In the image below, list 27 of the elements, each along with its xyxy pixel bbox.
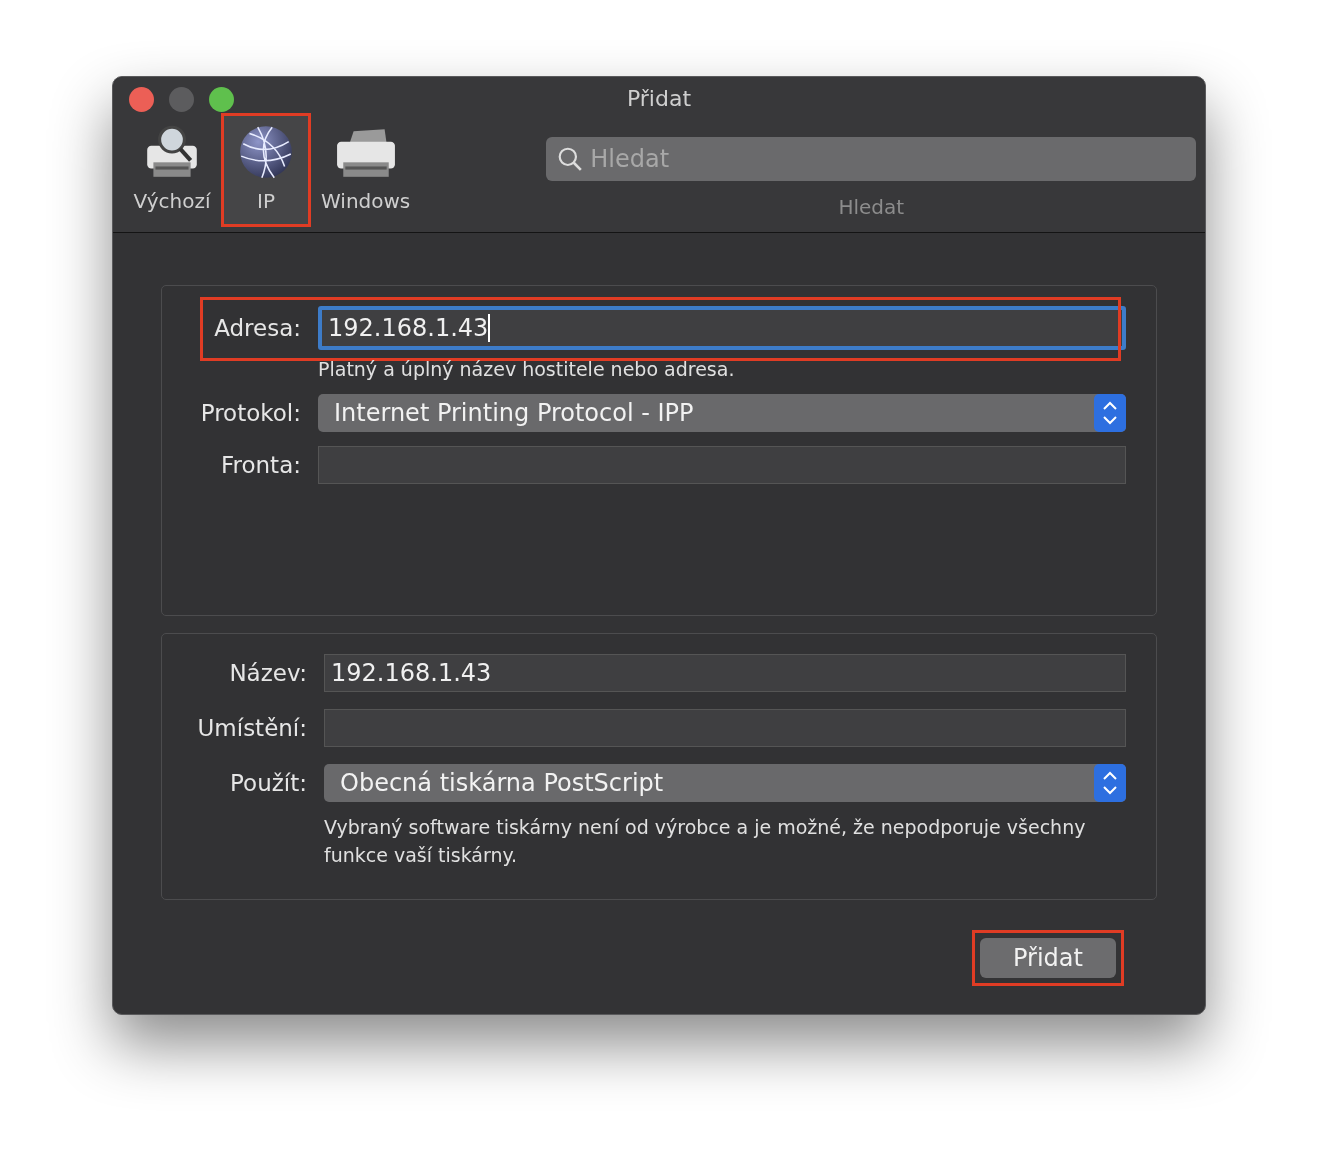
name-field[interactable]: 192.168.1.43 (324, 654, 1126, 692)
protocol-select[interactable]: Internet Printing Protocol - IPP (318, 394, 1126, 432)
field-label: Umístění: (196, 715, 307, 741)
field-label: Protokol: (199, 400, 301, 426)
field-label: Adresa: (213, 315, 301, 341)
minimize-button[interactable] (169, 87, 194, 112)
field-label: Fronta: (219, 452, 301, 478)
hint-text: Platný a úplný název hostitele nebo adresa. (318, 358, 736, 380)
toolbar-tab[interactable]: IP (221, 113, 311, 227)
toolbar-tab[interactable]: Windows (315, 113, 417, 227)
zoom-button[interactable] (209, 87, 234, 112)
address-field[interactable]: 192.168.1.43 (318, 306, 1126, 350)
field-label: Použít: (229, 770, 307, 796)
close-button[interactable] (129, 87, 154, 112)
field-label: Název: (228, 660, 307, 686)
search-caption: Hledat (838, 195, 905, 219)
driver-note: Vybraný software tiskárny není od výrobce a je možné, že nepodporuje všechny funkce vaší tiskárny. (324, 815, 1087, 868)
queue-field[interactable] (318, 446, 1126, 484)
add-button[interactable]: Přidat (980, 938, 1116, 978)
toolbar-tab[interactable]: Výchozí (127, 113, 217, 227)
chevron-updown-icon (1094, 394, 1126, 432)
chevron-updown-icon (1094, 764, 1126, 802)
location-field[interactable] (324, 709, 1126, 747)
driver-select[interactable]: Obecná tiskárna PostScript (324, 764, 1126, 802)
search-icon (557, 146, 584, 172)
search-field[interactable]: Hledat (546, 137, 1197, 181)
window-title: Přidat (626, 85, 692, 111)
